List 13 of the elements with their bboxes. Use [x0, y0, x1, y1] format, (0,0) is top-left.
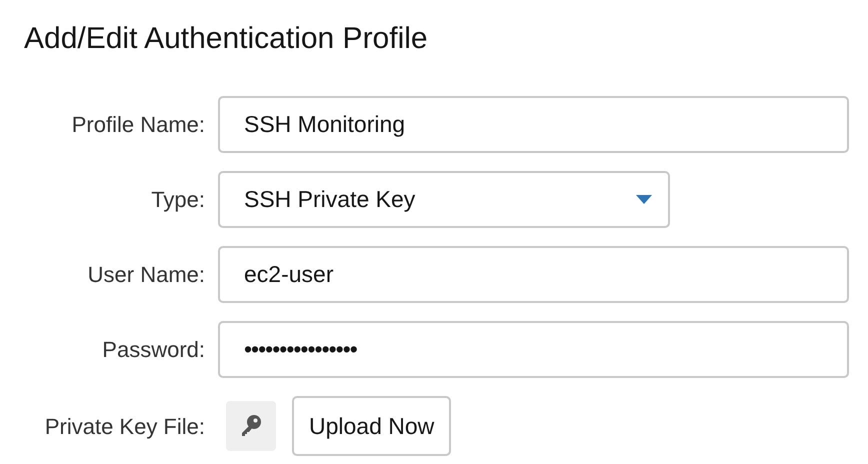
password-field[interactable]: •••••••••••••••• — [218, 321, 849, 378]
field-label: Private Key File: — [44, 412, 205, 441]
field-label: Password: — [102, 336, 205, 364]
page-title: Add/Edit Authentication Profile — [23, 21, 428, 54]
caret-icon — [636, 194, 652, 204]
input-field[interactable]: SSH Monitoring — [218, 96, 849, 153]
field-label: User Name: — [88, 261, 205, 289]
upload-button[interactable]: Upload Now — [292, 396, 452, 456]
input-field[interactable]: ec2-user — [218, 246, 849, 303]
key-icon[interactable] — [226, 401, 276, 451]
type-dropdown[interactable]: SSH Private Key — [218, 171, 670, 228]
field-label: Type: — [151, 186, 205, 214]
field-label: Profile Name: — [72, 111, 205, 139]
